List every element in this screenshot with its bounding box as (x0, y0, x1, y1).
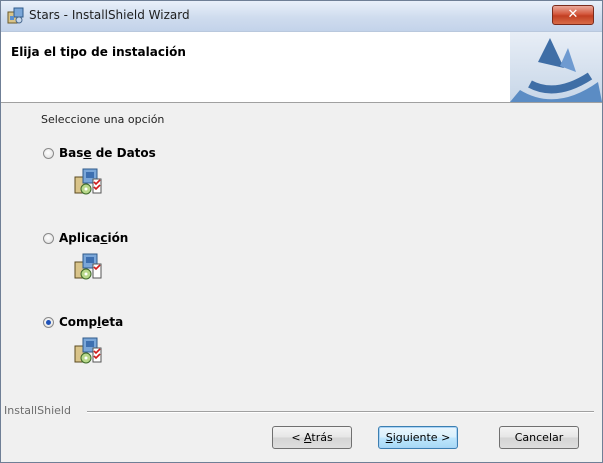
window-title: Stars - InstallShield Wizard (29, 8, 190, 22)
prompt-label: Seleccione una opción (41, 113, 165, 126)
option-label[interactable]: Completa (59, 315, 123, 329)
options-panel: Seleccione una opción Base de Datos Apli… (1, 104, 602, 394)
install-package-icon (74, 253, 102, 280)
install-package-icon (74, 168, 102, 195)
install-package-icon (74, 337, 102, 364)
radio-completa[interactable] (43, 317, 54, 328)
radio-base-de-datos[interactable] (43, 148, 54, 159)
installshield-logo-icon (510, 32, 602, 102)
installer-window: Stars - InstallShield Wizard ✕ Elija el … (0, 0, 603, 463)
close-icon: ✕ (567, 7, 579, 22)
next-button[interactable]: Siguiente > (378, 426, 458, 449)
option-label[interactable]: Aplicación (59, 231, 128, 245)
back-button[interactable]: < Atrás (272, 426, 352, 449)
header-banner: Elija el tipo de instalación (1, 32, 602, 103)
radio-aplicacion[interactable] (43, 233, 54, 244)
installer-app-icon (7, 7, 25, 25)
page-title: Elija el tipo de instalación (11, 45, 186, 59)
brand-label: InstallShield (4, 404, 75, 417)
title-bar[interactable]: Stars - InstallShield Wizard ✕ (1, 1, 602, 32)
brand-separator: InstallShield (1, 404, 602, 418)
option-label[interactable]: Base de Datos (59, 146, 156, 160)
separator-line (87, 411, 594, 413)
cancel-button[interactable]: Cancelar (499, 426, 579, 449)
close-button[interactable]: ✕ (552, 5, 594, 25)
